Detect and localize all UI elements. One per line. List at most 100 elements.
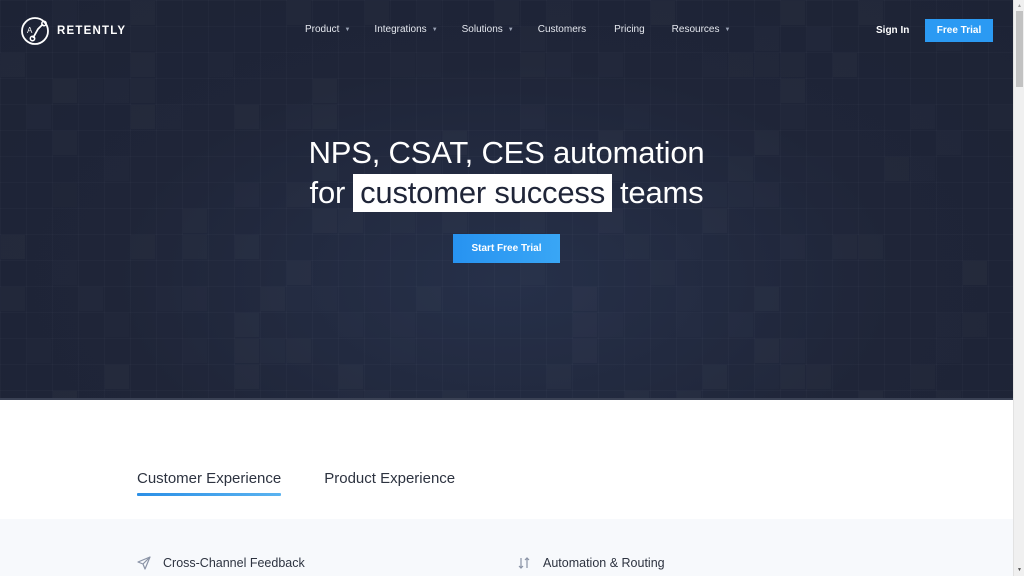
nav-item-label: Resources bbox=[671, 24, 720, 35]
hero-texture-tile bbox=[235, 365, 259, 389]
hero-texture-tile bbox=[339, 313, 363, 337]
hero-texture-tile bbox=[261, 339, 285, 363]
hero-texture-tile bbox=[313, 79, 337, 103]
hero-texture-tile bbox=[27, 339, 51, 363]
hero-texture-tile bbox=[807, 365, 831, 389]
hero-texture-tile bbox=[183, 235, 207, 259]
nav-item-product[interactable]: Product ▼ bbox=[305, 24, 350, 35]
nav-menu: Product ▼ Integrations ▼ Solutions ▼ Cus… bbox=[305, 24, 730, 35]
headline-highlight: customer success bbox=[353, 174, 613, 212]
hero-texture-tile bbox=[781, 105, 805, 129]
hero-texture-tile bbox=[235, 105, 259, 129]
hero-texture-tile bbox=[911, 105, 935, 129]
nav-item-pricing[interactable]: Pricing bbox=[614, 24, 645, 35]
hero-texture-tile bbox=[105, 79, 129, 103]
hero-texture-tile bbox=[573, 287, 597, 311]
hero-texture-tile bbox=[573, 313, 597, 337]
hero-texture-tile bbox=[105, 313, 129, 337]
swap-arrows-icon bbox=[517, 556, 531, 570]
hero-texture-tile bbox=[235, 313, 259, 337]
hero-texture-tile bbox=[53, 261, 77, 285]
sign-in-link[interactable]: Sign In bbox=[876, 25, 909, 36]
hero-texture-tile bbox=[339, 365, 363, 389]
hero-texture-tile bbox=[573, 339, 597, 363]
chevron-down-icon: ▼ bbox=[507, 26, 514, 33]
hero-texture-tile bbox=[781, 339, 805, 363]
hero-texture-tile bbox=[235, 339, 259, 363]
hero-texture-tile bbox=[937, 339, 961, 363]
hero-texture-tile bbox=[183, 287, 207, 311]
hero-texture-tile bbox=[963, 313, 987, 337]
free-trial-button[interactable]: Free Trial bbox=[925, 19, 993, 42]
nav-item-label: Integrations bbox=[374, 24, 427, 35]
hero-texture-tile bbox=[417, 287, 441, 311]
hero-texture-tile bbox=[1, 235, 25, 259]
hero-texture-tile bbox=[677, 235, 701, 259]
tab-customer-experience[interactable]: Customer Experience bbox=[137, 470, 282, 496]
hero-texture-tile bbox=[79, 79, 103, 103]
hero-texture-tile bbox=[157, 287, 181, 311]
hero-section: A RETENTLY Product ▼ Integrations ▼ Solu bbox=[0, 0, 1013, 400]
paper-plane-icon bbox=[137, 556, 151, 570]
hero-texture-tile bbox=[781, 235, 805, 259]
nav-item-label: Product bbox=[305, 24, 340, 35]
hero-texture-tile bbox=[131, 235, 155, 259]
hero-texture-tile bbox=[677, 287, 701, 311]
hero-texture-tile bbox=[313, 105, 337, 129]
chevron-down-icon: ▼ bbox=[431, 26, 438, 33]
chevron-down-icon: ▼ bbox=[344, 26, 351, 33]
nav-item-label: Customers bbox=[537, 24, 587, 35]
hero-texture-tile bbox=[755, 287, 779, 311]
headline-suffix: teams bbox=[620, 175, 704, 210]
hero-texture-tile bbox=[755, 365, 779, 389]
hero-texture-tile bbox=[391, 313, 415, 337]
hero-texture-tile bbox=[27, 105, 51, 129]
feature-cross-channel-feedback[interactable]: Cross-Channel Feedback bbox=[137, 556, 305, 570]
hero-headline: NPS, CSAT, CES automation for customer s… bbox=[0, 133, 1013, 213]
hero-texture-tile bbox=[183, 339, 207, 363]
top-navigation: A RETENTLY Product ▼ Integrations ▼ Solu bbox=[0, 0, 1013, 62]
hero-texture-tile bbox=[599, 235, 623, 259]
retently-logo-icon: A bbox=[21, 17, 49, 45]
hero-texture-tile bbox=[911, 365, 935, 389]
hero-texture-tile bbox=[755, 339, 779, 363]
hero-texture-tile bbox=[781, 365, 805, 389]
hero-texture-tile bbox=[989, 105, 1013, 129]
tab-product-experience[interactable]: Product Experience bbox=[324, 470, 455, 494]
hero-texture-tile bbox=[287, 287, 311, 311]
hero-texture-tile bbox=[105, 365, 129, 389]
page: A RETENTLY Product ▼ Integrations ▼ Solu bbox=[0, 0, 1013, 576]
svg-text:A: A bbox=[27, 26, 33, 35]
nav-item-solutions[interactable]: Solutions ▼ bbox=[462, 24, 514, 35]
vertical-scrollbar[interactable]: ▲ ▼ bbox=[1013, 0, 1024, 576]
hero-texture-tile bbox=[703, 365, 727, 389]
hero-texture-tile bbox=[131, 105, 155, 129]
hero-texture-tile bbox=[781, 79, 805, 103]
hero-texture-tile bbox=[833, 235, 857, 259]
nav-item-integrations[interactable]: Integrations ▼ bbox=[374, 24, 437, 35]
scroll-down-arrow-icon[interactable]: ▼ bbox=[1014, 566, 1024, 574]
nav-item-label: Solutions bbox=[461, 24, 503, 35]
scrollbar-thumb[interactable] bbox=[1016, 11, 1023, 87]
scroll-up-arrow-icon[interactable]: ▲ bbox=[1014, 2, 1024, 10]
hero-texture-tile bbox=[677, 313, 701, 337]
feature-label: Cross-Channel Feedback bbox=[163, 556, 305, 570]
hero-texture-tile bbox=[261, 287, 285, 311]
brand-name: RETENTLY bbox=[57, 25, 127, 37]
feature-label: Automation & Routing bbox=[543, 556, 665, 570]
hero-texture-tile bbox=[313, 287, 337, 311]
hero-texture-tile bbox=[963, 261, 987, 285]
start-free-trial-button[interactable]: Start Free Trial bbox=[453, 234, 560, 263]
hero-texture-tile bbox=[651, 261, 675, 285]
features-section: Cross-Channel Feedback Automation & Rout… bbox=[0, 519, 1013, 576]
chevron-down-icon: ▼ bbox=[724, 26, 731, 33]
hero-texture-tile bbox=[729, 313, 753, 337]
hero-texture-tile bbox=[287, 339, 311, 363]
logo-link[interactable]: A RETENTLY bbox=[20, 16, 126, 46]
hero-texture-tile bbox=[235, 235, 259, 259]
nav-item-customers[interactable]: Customers bbox=[538, 24, 586, 35]
nav-item-resources[interactable]: Resources ▼ bbox=[672, 24, 731, 35]
feature-automation-routing[interactable]: Automation & Routing bbox=[517, 556, 665, 570]
hero-texture-tile bbox=[391, 339, 415, 363]
hero-texture-tile bbox=[79, 287, 103, 311]
